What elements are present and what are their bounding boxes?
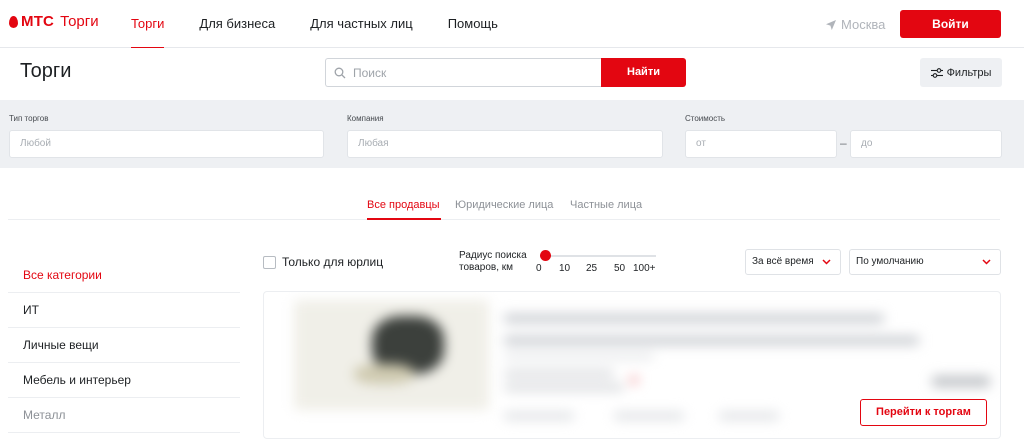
radius-ticks: 0 10 25 50 100+ [535,263,659,275]
radius-label-line1: Радиус поиска [459,250,527,261]
nav-item-help[interactable]: Помощь [448,0,498,48]
search-button[interactable]: Найти [601,58,686,87]
category-sidebar: Все категории ИТ Личные вещи Мебель и ин… [8,258,240,433]
radius-label-line2: товаров, км [459,262,514,273]
type-label: Тип торгов [9,114,49,123]
search-box[interactable] [325,58,601,87]
company-field[interactable]: Любая [347,130,663,158]
sort-select[interactable]: По умолчанию [849,249,1001,275]
city-selector[interactable]: Москва [825,17,885,32]
search-input[interactable] [353,65,593,80]
company-label: Компания [347,114,384,123]
nav-item-business[interactable]: Для бизнеса [199,0,275,48]
tab-legal-entities[interactable]: Юридические лица [455,199,553,211]
logo-brand-text: МТС [21,13,55,30]
logo-product-text: Торги [60,13,99,30]
go-to-auction-button[interactable]: Перейти к торгам [860,399,987,426]
tab-all-sellers[interactable]: Все продавцы [367,199,440,211]
lot-card[interactable]: Перейти к торгам [263,291,1001,439]
nav-item-private[interactable]: Для частных лиц [310,0,412,48]
price-dash: – [840,136,847,150]
radius-tick: 50 [614,263,626,274]
radius-slider-track[interactable] [540,255,656,257]
tab-private-persons[interactable]: Частные лица [570,199,642,211]
filter-panel: Тип торгов Любой Компания Любая Стоимост… [0,100,1024,168]
page-title: Торги [20,60,72,82]
location-arrow-icon [826,19,836,30]
top-header: МТС Торги Торги Для бизнеса Для частных … [0,0,1024,49]
type-field[interactable]: Любой [9,130,324,158]
category-personal[interactable]: Личные вещи [8,328,240,363]
radius-tick: 25 [586,263,598,274]
sliders-icon [930,67,943,78]
nav-item-torgi[interactable]: Торги [131,0,165,49]
period-select[interactable]: За всё время [745,249,841,275]
login-button[interactable]: Войти [900,10,1001,38]
category-metal[interactable]: Металл [8,398,240,433]
radius-tick: 0 [536,263,542,274]
main-nav: Торги Для бизнеса Для частных лиц Помощь [131,0,533,49]
chevron-down-icon [982,259,991,265]
price-label: Стоимость [685,114,726,123]
category-it[interactable]: ИТ [8,293,240,328]
city-label: Москва [841,17,886,32]
price-to-field[interactable]: до [850,130,1002,158]
radius-label: Радиус поиска товаров, км [459,250,527,274]
only-legal-checkbox[interactable]: Только для юрлиц [263,255,383,269]
checkbox-box[interactable] [263,255,276,269]
sort-select-value: По умолчанию [856,256,924,267]
price-from-field[interactable]: от [685,130,837,158]
lot-image[interactable] [294,300,489,410]
period-select-value: За всё время [752,256,814,267]
active-tab-indicator [367,218,441,220]
mts-logo[interactable]: МТС Торги [9,13,99,30]
radius-tick: 100+ [633,263,656,274]
radius-tick: 10 [559,263,571,274]
seller-tabs: Все продавцы Юридические лица Частные ли… [8,168,1000,220]
title-bar: Торги Найти Фильтры [0,48,1024,100]
filters-button[interactable]: Фильтры [920,58,1002,87]
radius-slider-thumb[interactable] [540,250,551,261]
category-all[interactable]: Все категории [8,258,240,293]
search-icon [334,67,346,78]
filters-label: Фильтры [946,66,992,79]
chevron-down-icon [822,259,831,265]
mts-egg-icon [9,15,18,28]
only-legal-label: Только для юрлиц [282,255,384,269]
category-furniture[interactable]: Мебель и интерьер [8,363,240,398]
